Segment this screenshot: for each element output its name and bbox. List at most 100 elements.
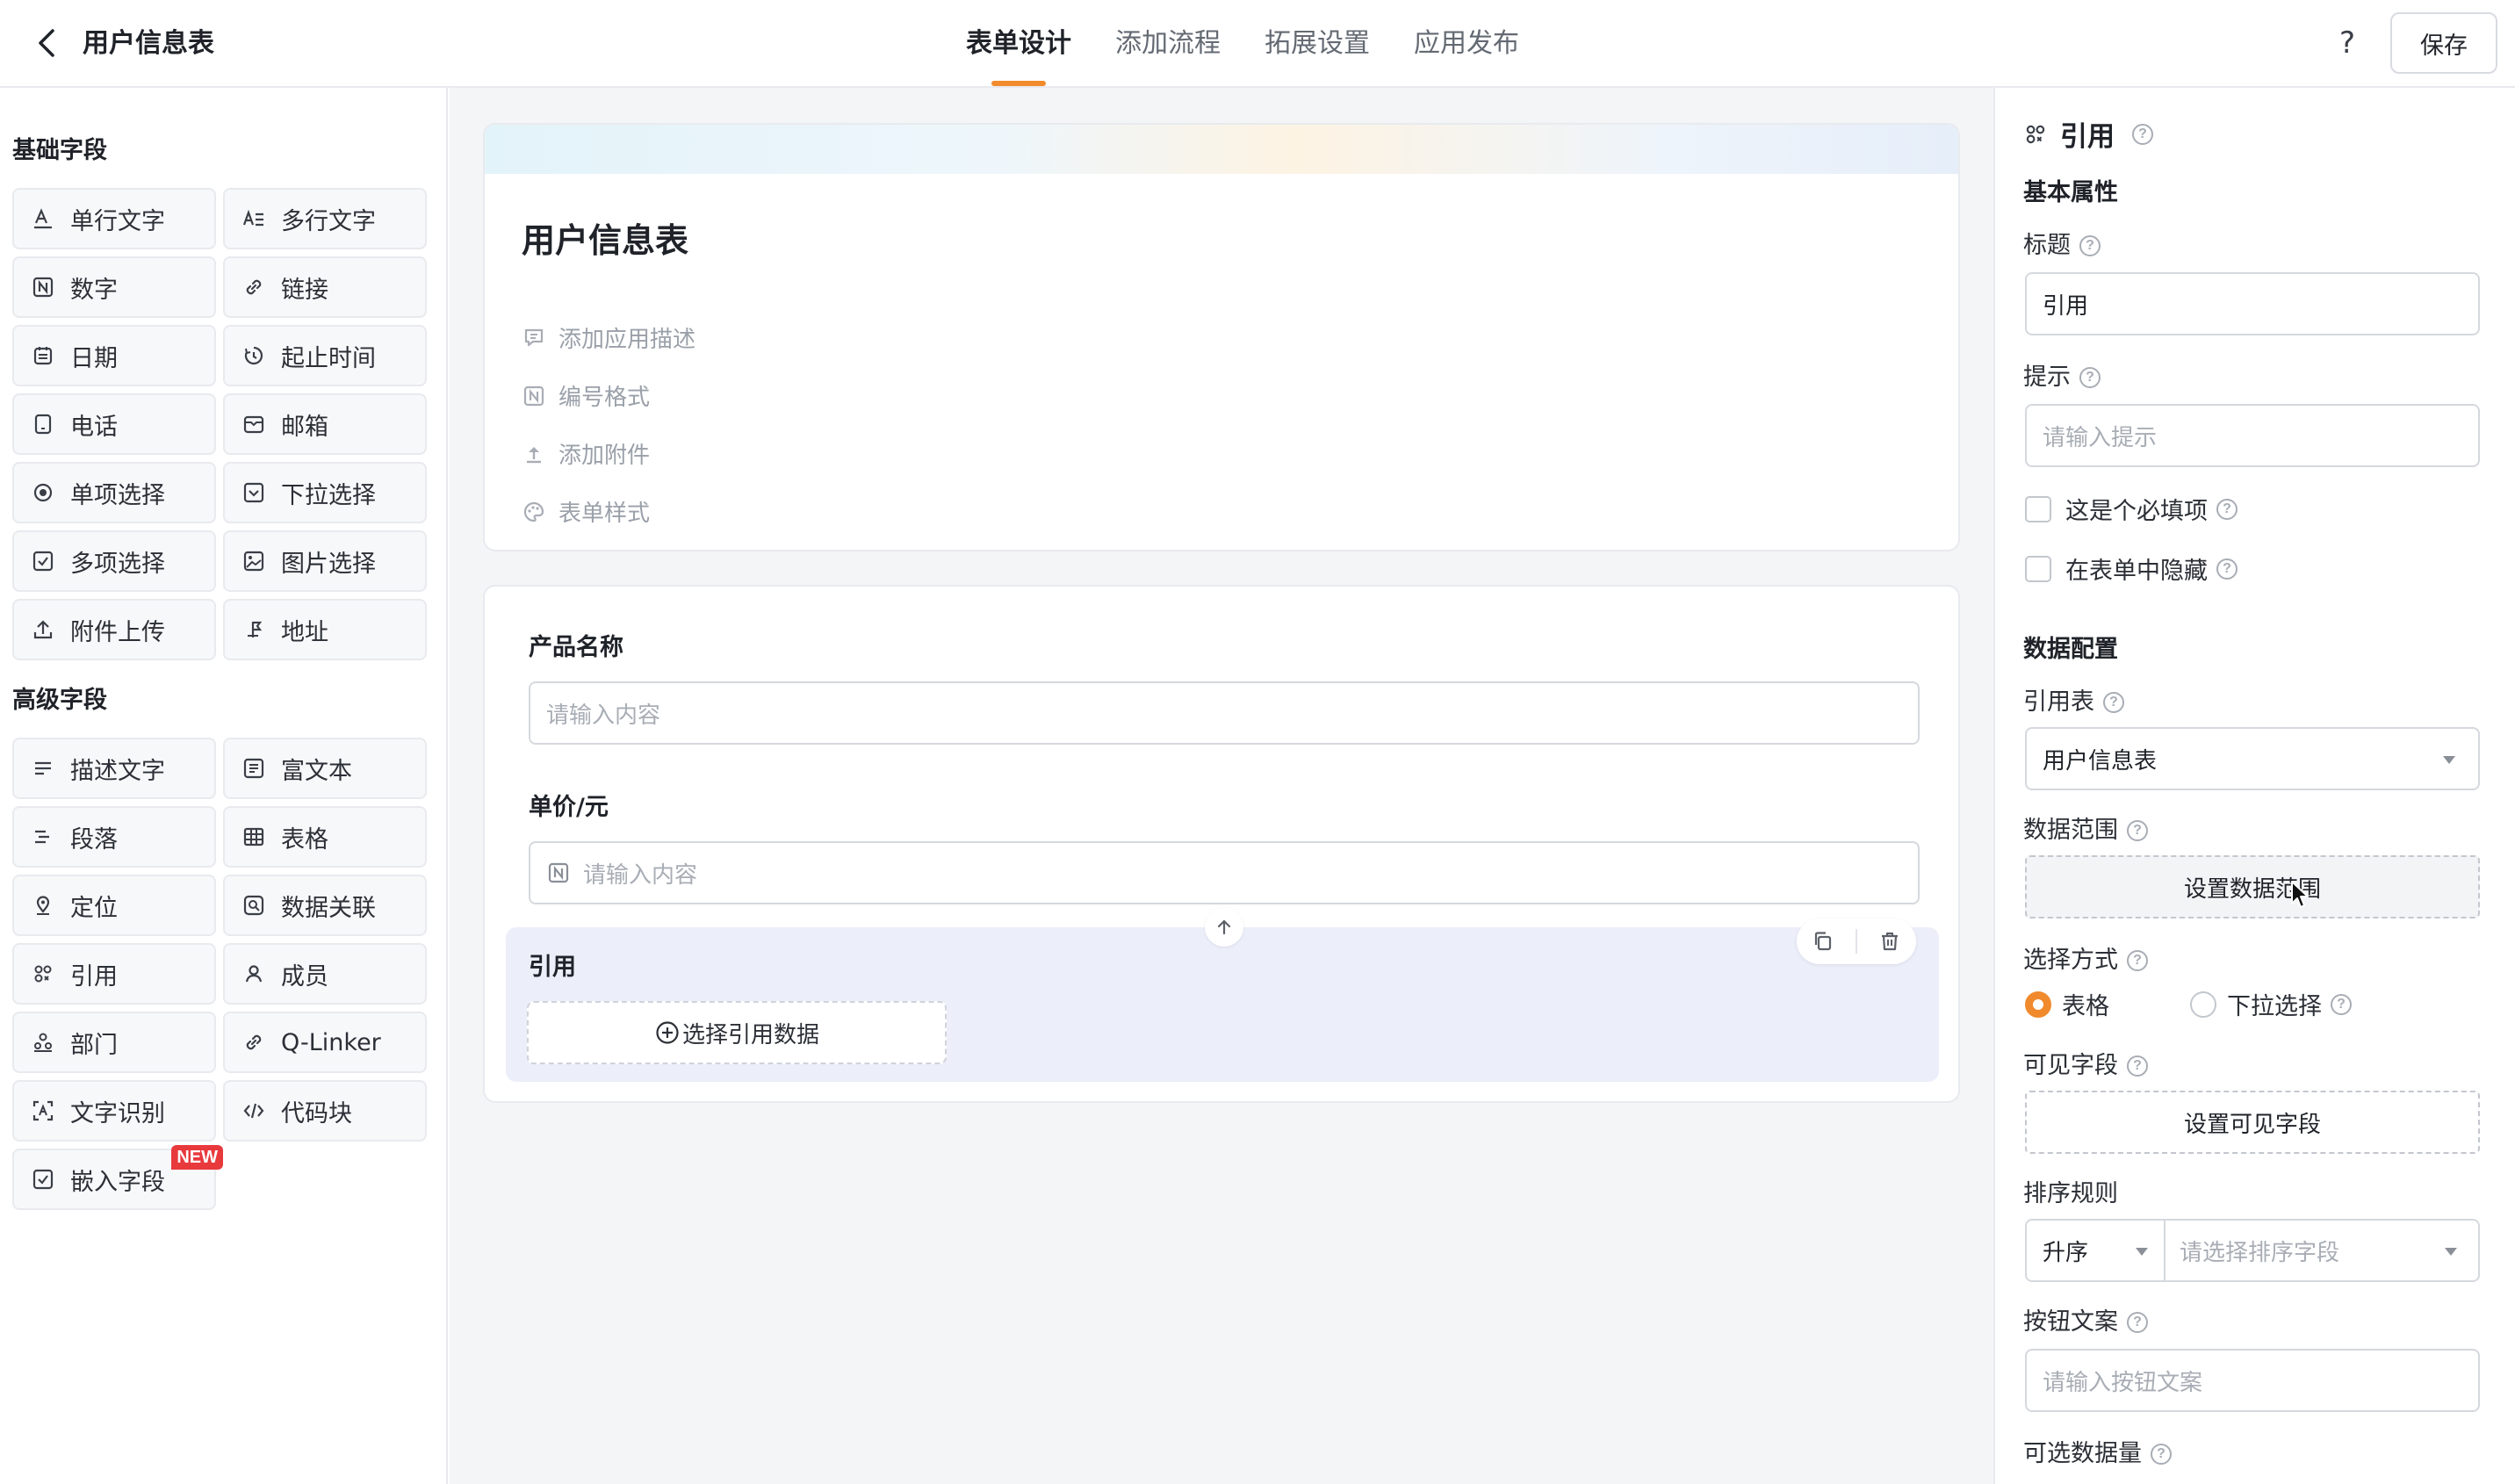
checkbox-label: 这是个必填项 — [2065, 498, 2208, 525]
number-format-action[interactable]: 编号格式 — [522, 379, 650, 412]
field-attachment[interactable]: 附件上传 — [12, 599, 216, 660]
sort-field-select[interactable]: 请选择排序字段 — [2165, 1221, 2478, 1280]
field-label: 部门 — [70, 1031, 118, 1059]
field-description[interactable]: 描述文字 — [12, 738, 216, 799]
save-button[interactable]: 保存 — [2390, 12, 2497, 74]
help-circle-icon[interactable]: ? — [2132, 123, 2153, 145]
field-label: 邮箱 — [281, 413, 328, 441]
radio-icon — [30, 479, 56, 506]
field-label: 下拉选择 — [281, 481, 376, 509]
help-circle-icon[interactable]: ? — [2127, 820, 2148, 841]
field-image-choice[interactable]: 图片选择 — [223, 530, 427, 592]
field-code[interactable]: 代码块 — [223, 1080, 427, 1142]
field-address[interactable]: 地址 — [223, 599, 427, 660]
help-circle-icon[interactable]: ? — [2127, 1055, 2148, 1077]
label-text: 标题 — [2023, 232, 2071, 259]
palette-icon — [522, 500, 546, 524]
radio-dot[interactable] — [2190, 991, 2216, 1018]
tab-app-publish[interactable]: 应用发布 — [1414, 0, 1519, 88]
caret-down-icon — [2445, 1248, 2457, 1256]
number-icon — [546, 861, 571, 885]
radio-dropdown[interactable]: 下拉选择? — [2190, 987, 2352, 1021]
field-label: 单项选择 — [70, 481, 165, 509]
field-single-choice[interactable]: 单项选择 — [12, 462, 216, 523]
field-embed[interactable]: 嵌入字段 NEW — [12, 1145, 223, 1210]
field-table[interactable]: 表格 — [223, 806, 427, 868]
hint-input[interactable]: 请输入提示 — [2025, 404, 2480, 467]
field-ocr[interactable]: 文字识别 — [12, 1080, 216, 1142]
field-department[interactable]: 部门 — [12, 1012, 216, 1073]
help-circle-icon[interactable]: ? — [2103, 692, 2124, 713]
field-single-line-text[interactable]: 单行文字 — [12, 188, 216, 249]
form-style-action[interactable]: 表单样式 — [522, 495, 650, 528]
copy-icon[interactable] — [1804, 922, 1842, 961]
field-multi-choice[interactable]: 多项选择 — [12, 530, 216, 592]
field-label: 表格 — [281, 825, 328, 854]
help-circle-icon[interactable]: ? — [2216, 498, 2238, 520]
field-rich-text[interactable]: 富文本 — [223, 738, 427, 799]
field-label: 成员 — [281, 962, 328, 991]
help-circle-icon[interactable]: ? — [2151, 1444, 2172, 1465]
time-range-icon — [241, 342, 267, 369]
help-circle-icon[interactable]: ? — [2079, 235, 2101, 256]
field-multi-line-text[interactable]: 多行文字 — [223, 188, 427, 249]
radio-table[interactable]: 表格 — [2025, 987, 2109, 1021]
form-title[interactable]: 用户信息表 — [522, 216, 688, 265]
caret-down-icon — [2136, 1248, 2148, 1256]
input-placeholder: 请输入按钮文案 — [2043, 1369, 2203, 1396]
ref-table-select[interactable]: 用户信息表 — [2025, 727, 2480, 790]
field-member[interactable]: 成员 — [223, 943, 427, 1005]
tab-form-design[interactable]: 表单设计 — [966, 0, 1071, 88]
help-circle-icon[interactable]: ? — [2127, 1312, 2148, 1333]
field-label: 单行文字 — [70, 207, 165, 235]
field-qlinker[interactable]: Q-Linker — [223, 1012, 427, 1073]
field-link[interactable]: 链接 — [223, 256, 427, 318]
button-text-input[interactable]: 请输入按钮文案 — [2025, 1349, 2480, 1412]
add-description-action[interactable]: 添加应用描述 — [522, 321, 695, 354]
checkbox-box[interactable] — [2025, 495, 2051, 522]
required-checkbox[interactable]: 这是个必填项? — [2025, 492, 2238, 526]
help-circle-icon[interactable]: ? — [2216, 558, 2238, 580]
field-phone[interactable]: 电话 — [12, 393, 216, 455]
help-circle-icon[interactable]: ? — [2079, 367, 2101, 388]
set-visible-fields-button[interactable]: 设置可见字段 — [2025, 1091, 2480, 1154]
tab-add-workflow[interactable]: 添加流程 — [1115, 0, 1221, 88]
field-label: 起止时间 — [281, 344, 376, 372]
field-location[interactable]: 定位 — [12, 875, 216, 936]
data-range-label: 数据范围? — [2023, 813, 2148, 848]
help-icon[interactable]: ? — [2327, 23, 2367, 63]
field-number[interactable]: 数字 — [12, 256, 216, 318]
field-data-link[interactable]: 数据关联 — [223, 875, 427, 936]
chevron-left-icon[interactable] — [26, 23, 67, 63]
reference-field-selected[interactable]: 引用 选择引用数据 — [506, 908, 1939, 1082]
tab-extension-settings[interactable]: 拓展设置 — [1265, 0, 1370, 88]
sort-order-select[interactable]: 升序 — [2027, 1221, 2165, 1280]
field-label: 描述文字 — [70, 757, 165, 785]
radio-dot-selected[interactable] — [2025, 991, 2051, 1018]
checkbox-box[interactable] — [2025, 555, 2051, 582]
meta-label: 表单样式 — [558, 501, 651, 527]
help-circle-icon[interactable]: ? — [2331, 993, 2352, 1015]
title-input[interactable]: 引用 — [2025, 272, 2480, 335]
add-attachment-action[interactable]: 添加附件 — [522, 437, 650, 470]
table-icon — [241, 824, 267, 850]
unit-price-input[interactable]: 请输入内容 — [529, 841, 1920, 904]
arrow-up-icon[interactable] — [1205, 908, 1243, 947]
field-dropdown[interactable]: 下拉选择 — [223, 462, 427, 523]
field-time-range[interactable]: 起止时间 — [223, 325, 427, 386]
field-mail[interactable]: 邮箱 — [223, 393, 427, 455]
set-data-range-button[interactable]: 设置数据范围 — [2025, 855, 2480, 918]
field-paragraph[interactable]: 段落 — [12, 806, 216, 868]
field-label: 引用 — [70, 962, 118, 991]
hidden-checkbox[interactable]: 在表单中隐藏? — [2025, 551, 2238, 586]
help-circle-icon[interactable]: ? — [2127, 950, 2148, 971]
trash-icon[interactable] — [1870, 922, 1909, 961]
top-bar: 用户信息表 表单设计 添加流程 拓展设置 应用发布 ? 保存 — [0, 0, 2515, 88]
select-reference-data-button[interactable]: 选择引用数据 — [527, 1001, 947, 1064]
field-date[interactable]: 日期 — [12, 325, 216, 386]
field-label: 地址 — [281, 618, 328, 646]
product-name-input[interactable]: 请输入内容 — [529, 681, 1920, 745]
properties-panel: 引用 ? 基本属性 标题? 引用 提示? 请输入提示 这是个必填项? 在表单中隐… — [1993, 88, 2515, 1484]
field-reference[interactable]: 引用 — [12, 943, 216, 1005]
max-count-label: 可选数据量? — [2023, 1437, 2172, 1472]
